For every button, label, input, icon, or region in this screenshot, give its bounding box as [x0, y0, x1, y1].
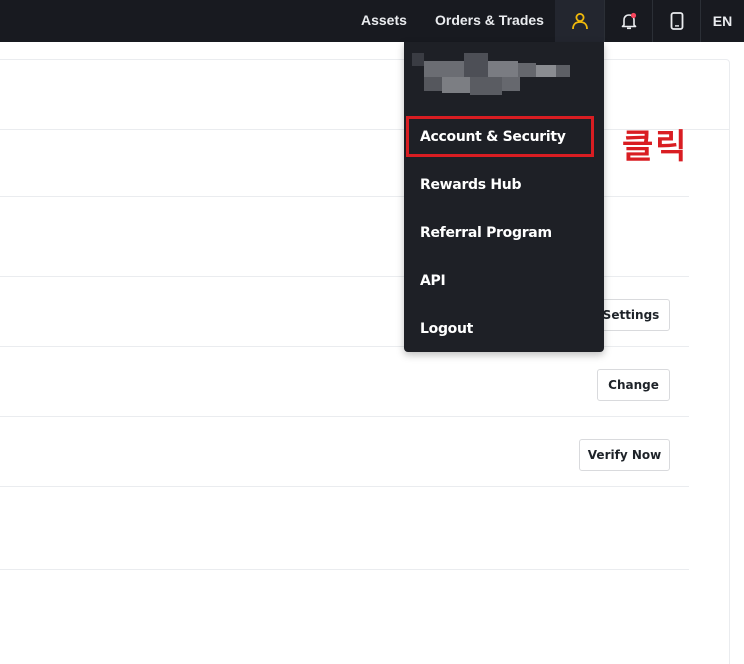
annotation-click-label: 클릭: [622, 127, 689, 167]
change-button[interactable]: Change: [597, 369, 670, 401]
section-divider: [0, 129, 730, 130]
language-selector[interactable]: EN: [700, 0, 744, 42]
menu-item-logout[interactable]: Logout: [420, 321, 473, 337]
nav-orders-trades-link[interactable]: Orders & Trades: [435, 0, 544, 42]
language-label: EN: [712, 13, 733, 29]
notifications-button[interactable]: [604, 0, 652, 42]
nav-assets-link[interactable]: Assets: [361, 0, 407, 42]
menu-item-referral-program[interactable]: Referral Program: [420, 225, 552, 241]
top-nav-bar: Assets Orders & Trades EN: [0, 0, 744, 42]
section-divider: [0, 569, 689, 570]
mobile-phone-icon: [670, 12, 683, 30]
download-app-button[interactable]: [652, 0, 700, 42]
user-menu-button[interactable]: [555, 0, 604, 42]
menu-item-rewards-hub[interactable]: Rewards Hub: [420, 177, 522, 193]
annotation-highlight-box: [406, 116, 594, 157]
verify-now-button[interactable]: Verify Now: [579, 439, 670, 471]
user-icon: [571, 13, 588, 30]
menu-item-api[interactable]: API: [420, 273, 446, 289]
section-divider: [0, 416, 689, 417]
bell-icon: [621, 12, 636, 30]
user-dropdown-menu: Account & Security Rewards Hub Referral …: [404, 42, 604, 352]
masked-account-id: [412, 53, 572, 96]
section-divider: [0, 486, 689, 487]
account-overview-card: [0, 59, 730, 664]
